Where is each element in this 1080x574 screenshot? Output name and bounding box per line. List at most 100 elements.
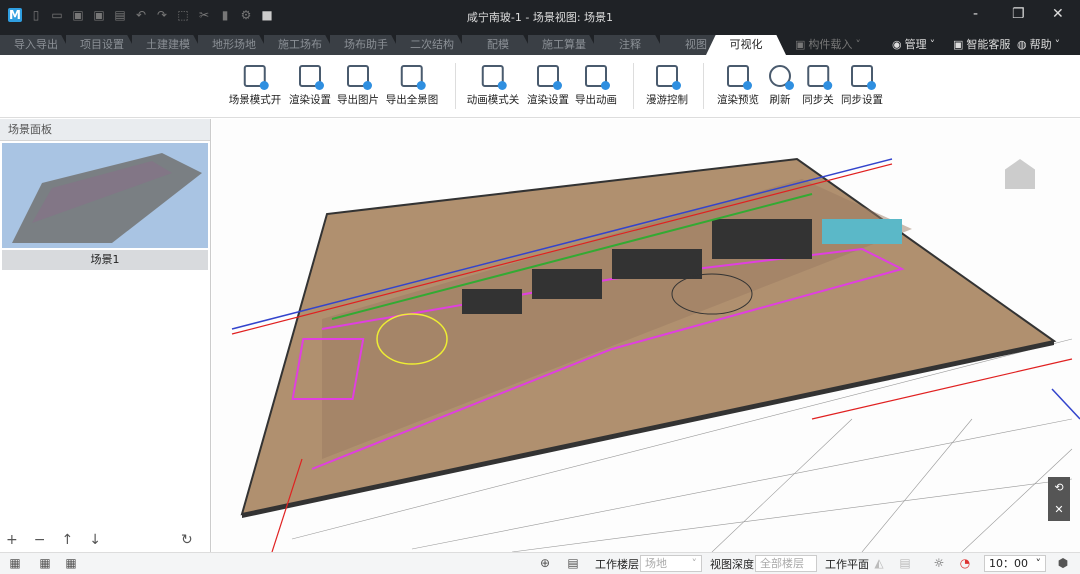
panel-toolbar: + − ↑ ↓ ↻ [0, 528, 210, 552]
panorama-icon [401, 65, 426, 90]
component-load-label: 构件载入 [808, 38, 853, 51]
scene-panel: 场景面板 场景1 + − ↑ ↓ ↻ [0, 119, 211, 552]
tile-icon[interactable]: ▦ [64, 556, 78, 570]
label: 导出图片 [337, 94, 379, 106]
work-plane-label: 工作平面 [825, 558, 869, 571]
label: 同步关 [802, 94, 834, 106]
window-title: 咸宁南玻-1 - 场景视图: 场景1 [466, 11, 614, 24]
document-icon[interactable]: ▤ [566, 556, 580, 570]
restore-button[interactable]: ❐ [1012, 6, 1025, 22]
service-button[interactable]: ▣ 智能客服 [953, 36, 1010, 52]
work-floor-select[interactable]: 场地 ˅ [640, 555, 702, 572]
label: 漫游控制 [646, 94, 688, 106]
sun-icon[interactable]: ☼ [932, 556, 946, 570]
help-menu[interactable]: ◍ 帮助 ˅ [1017, 36, 1060, 52]
export-panorama-button[interactable]: 导出全景图 [385, 63, 439, 107]
scene-preview-image [12, 153, 202, 243]
3d-viewport[interactable]: ⟲ ✕ [212, 119, 1080, 552]
close-button[interactable]: ✕ [1052, 6, 1064, 22]
plane-settings-icon[interactable]: ▤ [898, 556, 912, 570]
label: 导出动画 [575, 94, 617, 106]
sync-toggle-button[interactable]: 同步关 [802, 63, 834, 107]
animation-icon [482, 65, 507, 90]
title-bar: M ▯ ▭ ▣ ▣ ▤ ↶ ↷ ⬚ ✂ ▮ ⚙ ■ 咸宁南玻-1 - 场景视图:… [0, 0, 1080, 33]
scene-label[interactable]: 场景1 [2, 250, 208, 270]
sync-settings-button[interactable]: 同步设置 [841, 63, 883, 107]
sync-gear-icon [851, 65, 876, 90]
component-load-menu[interactable]: ▣ 构件载入 ˅ [795, 36, 861, 52]
export-animation-icon [585, 65, 610, 90]
animation-render-settings-button[interactable]: 渲染设置 [527, 63, 569, 107]
label: 场景模式开 [228, 94, 282, 106]
manage-label: 管理 [904, 38, 927, 51]
status-bar: ▦ ▦ ▦ ⊕ ▤ 工作楼层 场地 ˅ 视图深度 全部楼层 工作平面 ◭ ▤ ☼… [0, 552, 1080, 574]
separator [633, 63, 634, 109]
layout-icon[interactable]: ▦ [38, 556, 52, 570]
separator [455, 63, 456, 109]
tab-layout-assistant[interactable]: 场布助手 [330, 35, 402, 55]
help-icon: ◍ [1017, 37, 1027, 51]
add-scene-button[interactable]: + [6, 532, 18, 548]
tab-terrain[interactable]: 地形场地 [198, 35, 270, 55]
panel-title: 场景面板 [0, 119, 210, 141]
help-label: 帮助 [1029, 38, 1052, 51]
tab-visualization[interactable]: 可视化 [706, 35, 786, 55]
walkthrough-control-button[interactable]: 漫游控制 [646, 63, 688, 107]
plane-icon[interactable]: ◭ [872, 556, 886, 570]
tab-quantity[interactable]: 施工算量 [528, 35, 600, 55]
scene-mode-icon [244, 65, 269, 90]
cube-icon[interactable]: ⬢ [1056, 556, 1070, 570]
label: 同步设置 [841, 94, 883, 106]
move-up-button[interactable]: ↑ [61, 532, 73, 548]
tab-secondary-structure[interactable]: 二次结构 [396, 35, 468, 55]
site-model-render [231, 157, 1080, 552]
ribbon-toolbar: 场景模式开 渲染设置 导出图片 导出全景图 动画模式关 渲染设置 导出动画 漫游… [0, 55, 1080, 118]
tab-civil-modeling[interactable]: 土建建模 [132, 35, 204, 55]
label: 渲染预览 [717, 94, 759, 106]
view-depth-select[interactable]: 全部楼层 [755, 555, 817, 572]
render-settings-button[interactable]: 渲染设置 [289, 63, 331, 107]
time-select[interactable]: 10：00 ˅ [984, 555, 1046, 572]
export-image-icon [347, 65, 372, 90]
footprints-icon [656, 65, 681, 90]
view-depth-value: 全部楼层 [760, 557, 804, 570]
render-preview-button[interactable]: 渲染预览 [717, 63, 759, 107]
scene-thumbnail[interactable] [2, 143, 208, 248]
animation-mode-button[interactable]: 动画模式关 [467, 63, 519, 107]
sync-icon [807, 65, 832, 90]
film-gear-icon [537, 65, 562, 90]
shadow-off-icon[interactable]: ◔ [958, 556, 972, 570]
separator [703, 63, 704, 109]
grid-view-icon[interactable]: ▦ [8, 556, 22, 570]
work-floor-value: 场地 [645, 557, 667, 570]
refresh-button[interactable]: 刷新 [769, 63, 794, 107]
close-view-icon[interactable]: ✕ [1048, 499, 1070, 521]
label: 刷新 [769, 94, 791, 106]
refresh-scenes-button[interactable]: ↻ [181, 532, 193, 548]
camera-gear-icon [299, 65, 324, 90]
component-icon: ▣ [795, 37, 806, 51]
label: 导出全景图 [385, 94, 439, 106]
time-value: 10：00 [989, 557, 1028, 570]
export-animation-button[interactable]: 导出动画 [575, 63, 617, 107]
tab-site-layout[interactable]: 施工场布 [264, 35, 336, 55]
tab-annotation[interactable]: 注释 [594, 35, 666, 55]
zoom-fit-icon[interactable]: ⊕ [538, 556, 552, 570]
manage-menu[interactable]: ◉ 管理 ˅ [892, 36, 935, 52]
eye-icon [727, 65, 752, 90]
service-label: 智能客服 [966, 38, 1011, 51]
tab-formwork[interactable]: 配模 [462, 35, 534, 55]
view-depth-label: 视图深度 [710, 558, 754, 571]
label: 渲染设置 [289, 94, 331, 106]
label: 渲染设置 [527, 94, 569, 106]
tab-import-export[interactable]: 导入导出 [0, 35, 72, 55]
export-image-button[interactable]: 导出图片 [337, 63, 379, 107]
move-down-button[interactable]: ↓ [89, 532, 101, 548]
refresh-icon [769, 65, 794, 90]
minimize-button[interactable]: - [973, 6, 978, 22]
remove-scene-button[interactable]: − [34, 532, 46, 548]
tab-project-settings[interactable]: 项目设置 [66, 35, 138, 55]
reset-view-icon[interactable]: ⟲ [1048, 477, 1070, 499]
scene-mode-button[interactable]: 场景模式开 [228, 63, 282, 107]
manage-icon: ◉ [892, 37, 902, 51]
